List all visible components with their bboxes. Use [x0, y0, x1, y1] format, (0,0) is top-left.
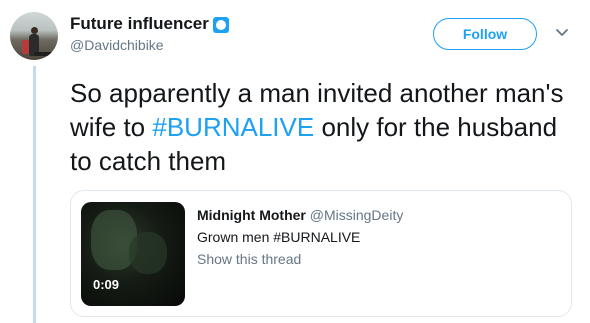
follow-button[interactable]: Follow — [433, 18, 537, 50]
quoted-handle: @MissingDeity — [309, 207, 404, 223]
avatar[interactable] — [10, 12, 58, 60]
tweet-card: Future influencer @Davidchibike Follow S… — [0, 0, 590, 323]
tweet-text: So apparently a man invited another man'… — [70, 76, 570, 178]
quoted-tweet-text: Grown men #BURNALIVE — [197, 229, 361, 245]
avatar-bike — [34, 52, 54, 56]
thread-line — [33, 66, 36, 323]
user-handle[interactable]: @Davidchibike — [70, 37, 229, 53]
video-thumbnail[interactable]: 0:09 — [81, 202, 185, 306]
badge-icon — [212, 16, 229, 33]
display-name[interactable]: Future influencer — [70, 14, 209, 34]
quoted-tweet[interactable]: 0:09 Midnight Mother @MissingDeity Grown… — [70, 190, 572, 317]
name-row: Future influencer — [70, 14, 229, 34]
quoted-tweet-header: Midnight Mother @MissingDeity — [197, 207, 403, 223]
video-duration: 0:09 — [93, 277, 120, 292]
hashtag-link[interactable]: #BURNALIVE — [152, 112, 314, 142]
show-thread-link[interactable]: Show this thread — [197, 251, 301, 267]
video-frame-shape — [129, 232, 167, 274]
chevron-down-icon[interactable] — [555, 28, 569, 38]
tweet-header: Future influencer @Davidchibike — [70, 14, 229, 53]
quoted-display-name: Midnight Mother — [197, 207, 306, 223]
